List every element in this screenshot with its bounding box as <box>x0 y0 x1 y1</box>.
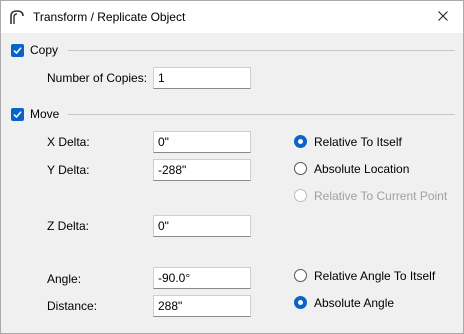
app-logo-icon <box>9 9 25 25</box>
y-delta-label: Y Delta: <box>47 163 90 177</box>
absolute-angle-label[interactable]: Absolute Angle <box>314 296 394 310</box>
title-bar[interactable]: Transform / Replicate Object <box>1 1 463 33</box>
relative-to-itself-label[interactable]: Relative To Itself <box>314 135 402 149</box>
absolute-location-label[interactable]: Absolute Location <box>314 162 409 176</box>
move-checkbox[interactable] <box>11 108 24 121</box>
absolute-angle-radio[interactable] <box>294 296 307 309</box>
checkmark-icon <box>13 108 22 122</box>
relative-angle-to-itself-radio[interactable] <box>294 269 307 282</box>
x-delta-input[interactable]: 0" <box>153 131 251 153</box>
close-button[interactable] <box>423 1 463 33</box>
z-delta-label: Z Delta: <box>47 219 90 233</box>
copy-checkbox[interactable] <box>11 44 24 57</box>
z-delta-input[interactable]: 0" <box>153 215 251 237</box>
move-separator <box>68 114 455 115</box>
absolute-location-radio[interactable] <box>294 162 307 175</box>
relative-to-current-point-label: Relative To Current Point <box>314 189 448 203</box>
transform-replicate-dialog: Transform / Replicate Object Copy Number… <box>0 0 464 334</box>
x-delta-label: X Delta: <box>47 135 90 149</box>
relative-to-itself-radio[interactable] <box>294 135 307 148</box>
number-of-copies-input[interactable]: 1 <box>153 67 251 89</box>
angle-input[interactable]: -90.0° <box>153 267 251 289</box>
copy-separator <box>68 50 455 51</box>
window-title: Transform / Replicate Object <box>33 10 186 24</box>
y-delta-input[interactable]: -288" <box>153 159 251 181</box>
copy-group-label: Copy <box>30 43 59 57</box>
relative-angle-to-itself-label[interactable]: Relative Angle To Itself <box>314 269 435 283</box>
number-of-copies-label: Number of Copies: <box>47 71 148 85</box>
checkmark-icon <box>13 44 22 58</box>
distance-label: Distance: <box>47 299 98 313</box>
move-group-label: Move <box>30 107 60 121</box>
relative-to-current-point-radio <box>294 189 307 202</box>
close-icon <box>438 10 448 24</box>
angle-label: Angle: <box>47 272 82 286</box>
distance-input[interactable]: 288" <box>153 295 251 317</box>
